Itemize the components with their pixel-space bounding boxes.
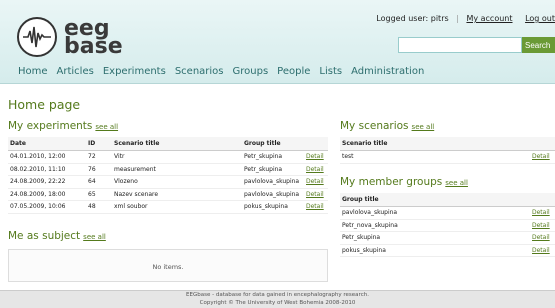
cell-date: 24.08.2009, 22:22 <box>8 175 86 189</box>
nav-item-experiments[interactable]: Experiments <box>103 66 166 77</box>
footer-copyright: Copyright © The University of West Bohem… <box>199 300 356 306</box>
column-header-id: ID <box>86 137 112 151</box>
cell-id: 65 <box>86 188 112 201</box>
detail-link[interactable]: Detail <box>304 163 328 176</box>
cell-group: pokus_skupina <box>242 200 304 214</box>
column-header-action <box>530 137 555 151</box>
member-groups-title: My member groups <box>340 176 443 188</box>
detail-link[interactable]: Detail <box>530 219 555 232</box>
cell-date: 04.01.2010, 12:00 <box>8 150 86 164</box>
table-row: test Detail <box>340 150 555 164</box>
column-header-group-title: Group title <box>340 193 530 207</box>
footer: EEGbase - database for data gained in en… <box>0 290 555 308</box>
table-row: pokus_skupina Detail <box>340 244 555 257</box>
brain-wave-logo-icon[interactable] <box>17 17 57 57</box>
column-header-date: Date <box>8 137 86 151</box>
cell-group: pavlolova_skupina <box>340 206 530 220</box>
scenarios-title: My scenarios <box>340 120 409 132</box>
table-header-row: Group title <box>340 193 555 207</box>
logged-user-label: Logged user: pitrs <box>376 14 449 23</box>
footer-description: EEGbase - database for data gained in en… <box>186 292 369 298</box>
table-row: 24.08.2009, 22:22 64 Vlozeno pavlolova_s… <box>8 175 328 189</box>
scenarios-see-all-link[interactable]: see all <box>412 123 435 131</box>
cell-scenario: Vlozeno <box>112 175 242 189</box>
detail-link[interactable]: Detail <box>530 206 555 220</box>
cell-id: 48 <box>86 200 112 214</box>
detail-link[interactable]: Detail <box>304 150 328 164</box>
column-header-scenario-title: Scenario title <box>340 137 530 151</box>
nav-item-scenarios[interactable]: Scenarios <box>175 66 224 77</box>
detail-link[interactable]: Detail <box>304 175 328 189</box>
cell-date: 07.05.2009, 10:06 <box>8 200 86 214</box>
experiments-table: Date ID Scenario title Group title 04.01… <box>8 137 328 214</box>
column-header-group-title: Group title <box>242 137 304 151</box>
experiments-see-all-link[interactable]: see all <box>95 123 118 131</box>
nav-item-people[interactable]: People <box>277 66 310 77</box>
table-header-row: Date ID Scenario title Group title <box>8 137 328 151</box>
cell-group: Petr_skupina <box>242 150 304 164</box>
cell-scenario: test <box>340 150 530 164</box>
table-row: 07.05.2009, 10:06 48 xml soubor pokus_sk… <box>8 200 328 214</box>
subject-section-title: Me as subject see all <box>8 230 106 242</box>
table-row: 24.08.2009, 18:00 65 Nazev scenare pavlo… <box>8 188 328 201</box>
detail-link[interactable]: Detail <box>304 200 328 214</box>
subject-title: Me as subject <box>8 230 81 242</box>
main-nav: Home Articles Experiments Scenarios Groups Pe… <box>18 66 433 77</box>
separator: | <box>456 14 459 23</box>
cell-id: 72 <box>86 150 112 164</box>
header: eeg base Logged user: pitrs | My account… <box>0 0 555 84</box>
cell-id: 76 <box>86 163 112 176</box>
cell-scenario: Vitr <box>112 150 242 164</box>
member-groups-table: Group title pavlolova_skupina Detail Pet… <box>340 193 555 257</box>
scenarios-table: Scenario title test Detail <box>340 137 555 164</box>
subject-empty-box: No items. <box>8 249 328 282</box>
nav-item-groups[interactable]: Groups <box>233 66 269 77</box>
cell-id: 64 <box>86 175 112 189</box>
logout-link[interactable]: Log out <box>525 14 555 23</box>
cell-date: 24.08.2009, 18:00 <box>8 188 86 201</box>
detail-link[interactable]: Detail <box>530 244 555 257</box>
cell-group: pavlolova_skupina <box>242 188 304 201</box>
detail-link[interactable]: Detail <box>304 188 328 201</box>
cell-group: Petr_skupina <box>242 163 304 176</box>
user-bar: Logged user: pitrs | My account Log out <box>376 14 555 23</box>
logo-text-base[interactable]: base <box>64 36 123 58</box>
member-groups-see-all-link[interactable]: see all <box>445 179 468 187</box>
my-account-link[interactable]: My account <box>466 14 512 23</box>
search-button[interactable]: Search <box>522 37 555 53</box>
column-header-scenario-title: Scenario title <box>112 137 242 151</box>
search-input[interactable] <box>398 37 522 53</box>
table-row: pavlolova_skupina Detail <box>340 206 555 220</box>
detail-link[interactable]: Detail <box>530 150 555 164</box>
experiments-title: My experiments <box>8 120 93 132</box>
cell-scenario: xml soubor <box>112 200 242 214</box>
cell-date: 08.02.2010, 11:10 <box>8 163 86 176</box>
table-row: 08.02.2010, 11:10 76 measurement Petr_sk… <box>8 163 328 176</box>
empty-message: No items. <box>152 263 184 271</box>
cell-scenario: measurement <box>112 163 242 176</box>
table-row: Petr_skupina Detail <box>340 231 555 245</box>
detail-link[interactable]: Detail <box>530 231 555 245</box>
cell-group: pavlolova_skupina <box>242 175 304 189</box>
cell-group: Petr_skupina <box>340 231 530 245</box>
page-title: Home page <box>8 97 81 112</box>
cell-group: pokus_skupina <box>340 244 530 257</box>
nav-item-administration[interactable]: Administration <box>351 66 424 77</box>
cell-scenario: Nazev scenare <box>112 188 242 201</box>
table-row: 04.01.2010, 12:00 72 Vitr Petr_skupina D… <box>8 150 328 164</box>
nav-item-articles[interactable]: Articles <box>57 66 94 77</box>
scenarios-section-title: My scenarios see all <box>340 120 434 132</box>
table-header-row: Scenario title <box>340 137 555 151</box>
nav-item-home[interactable]: Home <box>18 66 48 77</box>
subject-see-all-link[interactable]: see all <box>83 233 106 241</box>
member-groups-section-title: My member groups see all <box>340 176 468 188</box>
table-row: Petr_nova_skupina Detail <box>340 219 555 232</box>
column-header-action <box>530 193 555 207</box>
column-header-action <box>304 137 328 151</box>
cell-group: Petr_nova_skupina <box>340 219 530 232</box>
experiments-section-title: My experiments see all <box>8 120 118 132</box>
nav-item-lists[interactable]: Lists <box>319 66 342 77</box>
